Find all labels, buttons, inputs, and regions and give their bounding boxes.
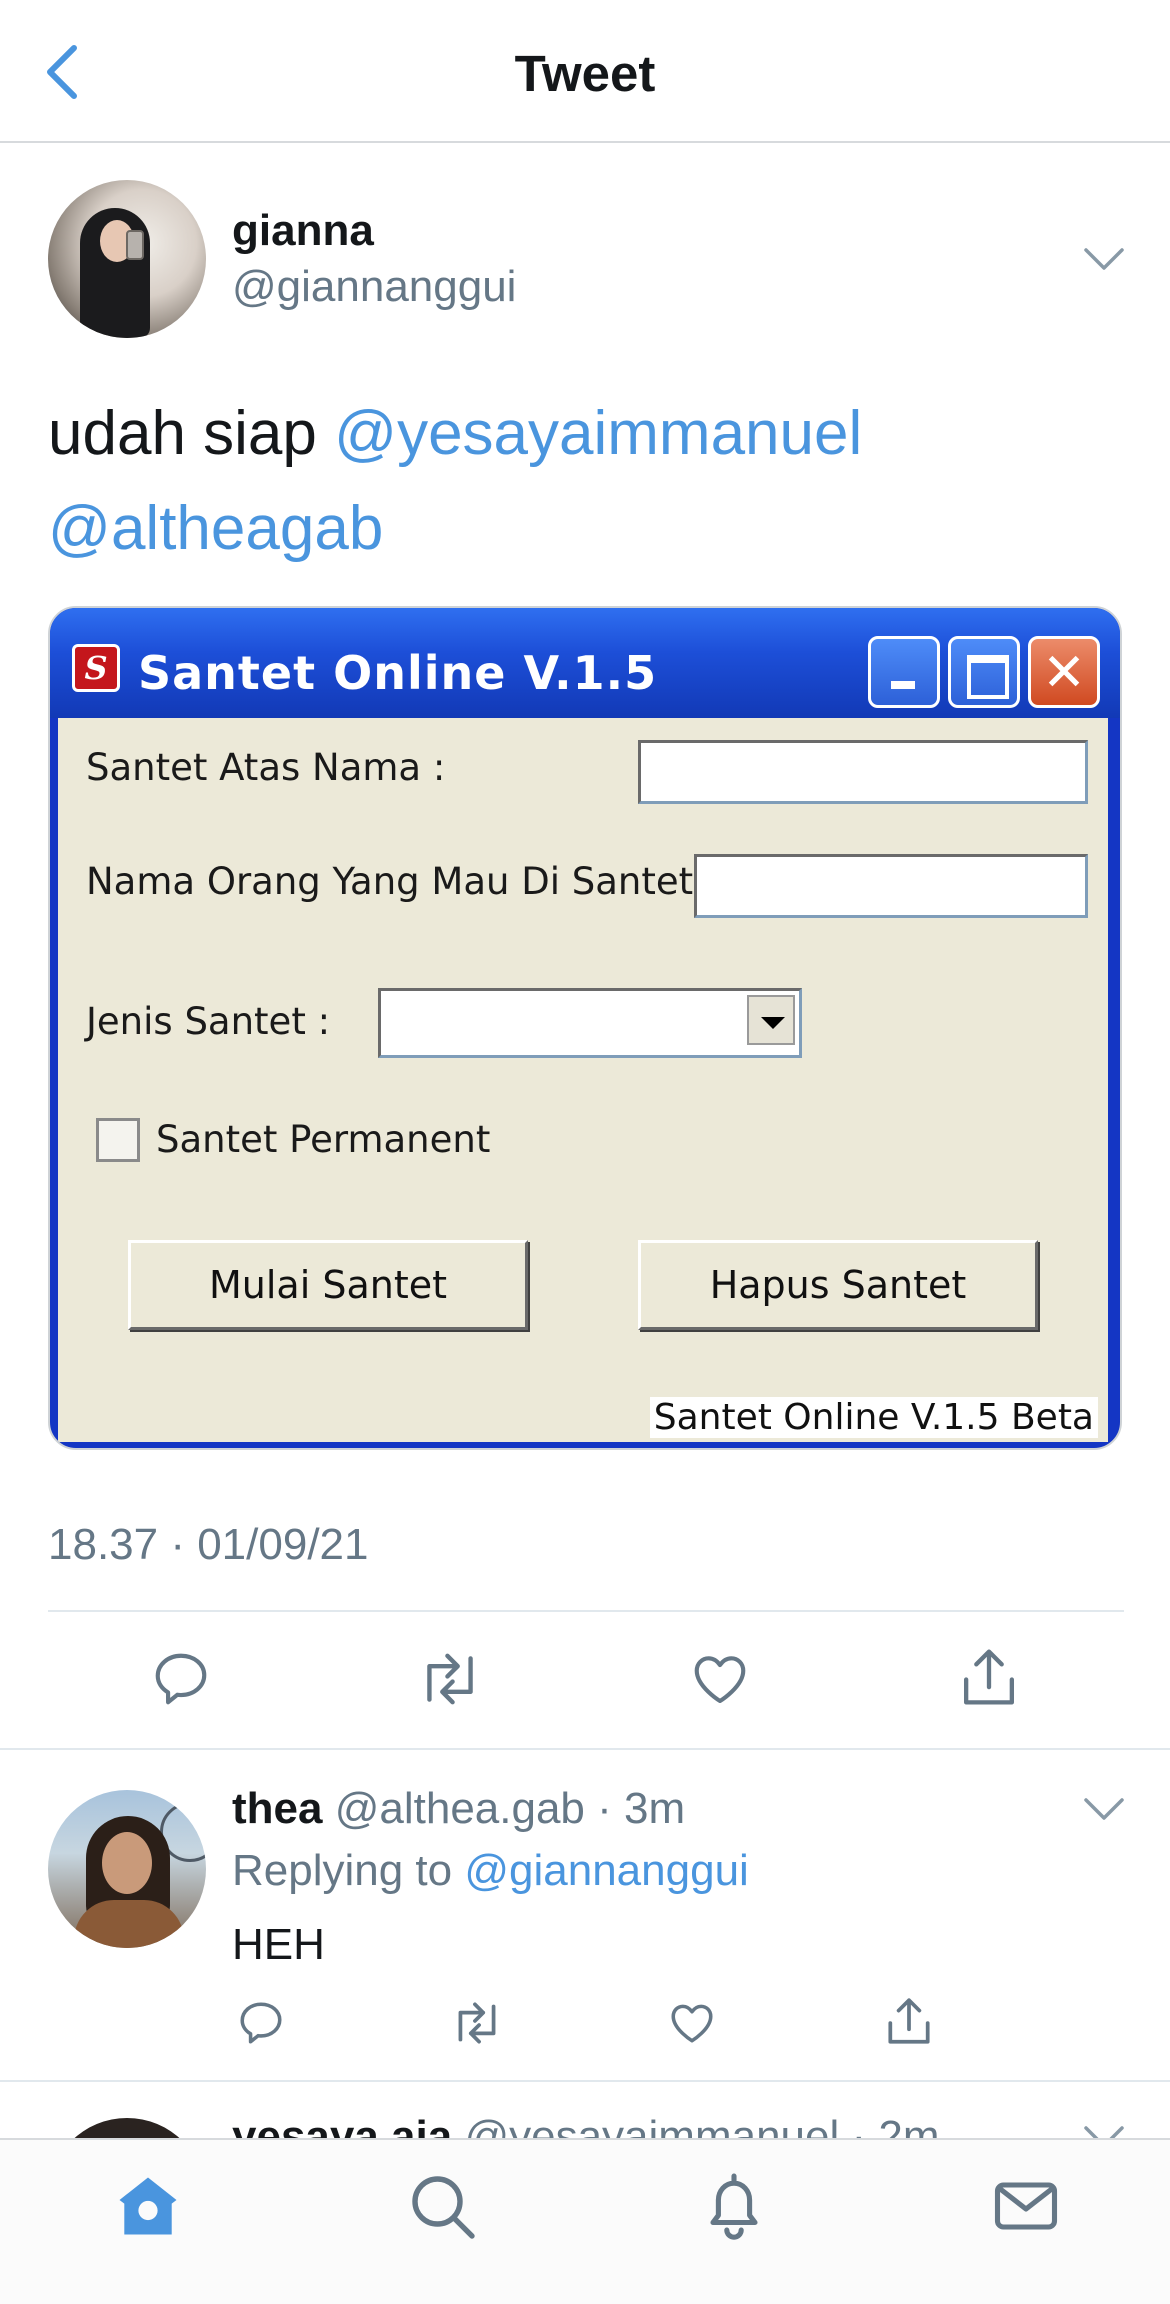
bottom-tab-bar: [0, 2138, 1170, 2304]
minimize-icon: [868, 636, 940, 708]
app-icon: S: [72, 644, 120, 692]
like-icon[interactable]: [666, 1998, 718, 2048]
page-title: Tweet: [514, 45, 656, 102]
tweet-media-image[interactable]: S Santet Online V.1.5 ✕ Santet Atas Nama…: [48, 606, 1122, 1450]
divider: [48, 1610, 1124, 1612]
tweet-text-prefix: udah siap: [48, 399, 335, 468]
hapus-santet-button: Hapus Santet: [638, 1240, 1038, 1330]
tweet-timestamp: 18.37 · 01/09/21: [48, 1520, 369, 1569]
window-footer-text: Santet Online V.1.5 Beta: [649, 1397, 1098, 1438]
reply-icon[interactable]: [236, 1998, 286, 2048]
label-nama-orang: Nama Orang Yang Mau Di Santet :: [86, 860, 718, 903]
mulai-santet-button: Mulai Santet: [128, 1240, 528, 1330]
author-avatar[interactable]: [48, 180, 206, 338]
window-body: Santet Atas Nama : Nama Orang Yang Mau D…: [58, 718, 1108, 1442]
nama-orang-field: [694, 854, 1088, 918]
messages-icon[interactable]: [990, 2170, 1062, 2242]
window-title: Santet Online V.1.5: [138, 646, 658, 700]
reply-avatar[interactable]: [48, 1790, 206, 1948]
top-nav-bar: Tweet: [0, 0, 1170, 143]
divider: [0, 2080, 1170, 2082]
author-handle[interactable]: @giannanggui: [232, 262, 516, 312]
label-jenis: Jenis Santet :: [86, 1000, 331, 1043]
replying-to: Replying to @giannanggui: [232, 1846, 749, 1895]
tweet-text: udah siap @yesayaimmanuel @altheagab: [48, 386, 1128, 576]
checkbox-label: Santet Permanent: [156, 1118, 491, 1161]
permanent-checkbox: [96, 1118, 140, 1162]
dropdown-arrow-icon: [747, 995, 795, 1045]
reply-text: HEH: [232, 1920, 325, 1969]
share-icon[interactable]: [884, 1994, 934, 2048]
retweet-icon[interactable]: [448, 1998, 506, 2048]
window-titlebar: S Santet Online V.1.5 ✕: [50, 608, 1120, 718]
maximize-icon: [948, 636, 1020, 708]
divider: [0, 1748, 1170, 1750]
chevron-down-icon[interactable]: [1082, 1796, 1126, 1822]
like-icon[interactable]: [688, 1648, 752, 1710]
chevron-down-icon[interactable]: [1082, 246, 1126, 272]
label-atas-nama: Santet Atas Nama :: [86, 746, 446, 789]
notifications-icon[interactable]: [698, 2170, 770, 2242]
jenis-santet-select: [378, 988, 802, 1058]
mention-link[interactable]: @giannanggui: [464, 1846, 748, 1895]
mention-link[interactable]: @altheagab: [48, 494, 383, 563]
mention-link[interactable]: @yesayaimmanuel: [334, 399, 862, 468]
search-icon[interactable]: [406, 2170, 478, 2242]
reply-author-name[interactable]: thea: [232, 1784, 322, 1833]
reply-icon[interactable]: [150, 1648, 212, 1710]
atas-nama-field: [638, 740, 1088, 804]
home-icon[interactable]: [112, 2170, 184, 2242]
close-icon: ✕: [1028, 636, 1100, 708]
retweet-icon[interactable]: [414, 1648, 486, 1710]
reply-handle-time: @althea.gab · 3m: [334, 1784, 686, 1833]
share-icon[interactable]: [958, 1644, 1020, 1710]
reply-header: thea @althea.gab · 3m: [232, 1784, 685, 1834]
author-name[interactable]: gianna: [232, 206, 374, 256]
